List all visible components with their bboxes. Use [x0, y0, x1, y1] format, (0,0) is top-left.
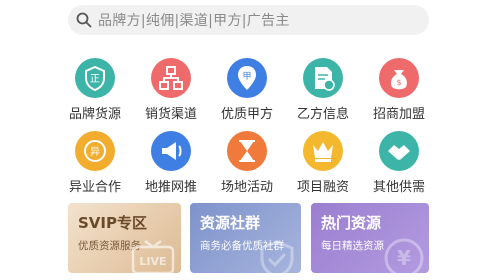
vendor-info-icon	[303, 58, 343, 98]
category-label: 招商加盟	[372, 107, 425, 122]
cross-industry-icon: 异	[75, 131, 115, 171]
search-placeholder: 品牌方|纯佣|渠道|甲方|广告主	[98, 13, 290, 29]
svg-text:¥: ¥	[397, 246, 411, 270]
svip-card[interactable]: SVIP专区 优质资源服务 LIVE	[68, 203, 181, 273]
svg-text:甲: 甲	[242, 71, 251, 82]
svg-text:LIVE: LIVE	[139, 255, 166, 268]
card-title: SVIP专区	[78, 214, 147, 232]
promotion-icon	[151, 131, 191, 171]
hot-resources-card[interactable]: 热门资源 每日精选资源 ¥	[311, 203, 429, 273]
franchise-icon: $	[379, 58, 419, 98]
search-icon	[76, 12, 92, 28]
sales-channel-icon	[151, 58, 191, 98]
quality-client-icon: 甲	[227, 58, 267, 98]
project-finance-icon	[303, 131, 343, 171]
category-label: 其他供需	[372, 180, 425, 195]
resource-community-card[interactable]: 资源社群 商务必备优质社群	[190, 203, 301, 273]
search-bar[interactable]: 品牌方|纯佣|渠道|甲方|广告主	[68, 5, 429, 35]
card-title: 资源社群	[200, 214, 261, 232]
yuan-coin-icon: ¥	[383, 237, 425, 273]
shield-check-icon	[257, 239, 297, 273]
venue-event-icon	[227, 131, 267, 171]
card-title: 热门资源	[321, 214, 382, 232]
live-tv-icon: LIVE	[131, 239, 177, 273]
brand-source-icon: 正	[75, 58, 115, 98]
svg-text:正: 正	[90, 74, 100, 85]
svg-text:异: 异	[90, 146, 100, 158]
other-supply-icon	[379, 131, 419, 171]
svg-text:$: $	[396, 78, 401, 87]
